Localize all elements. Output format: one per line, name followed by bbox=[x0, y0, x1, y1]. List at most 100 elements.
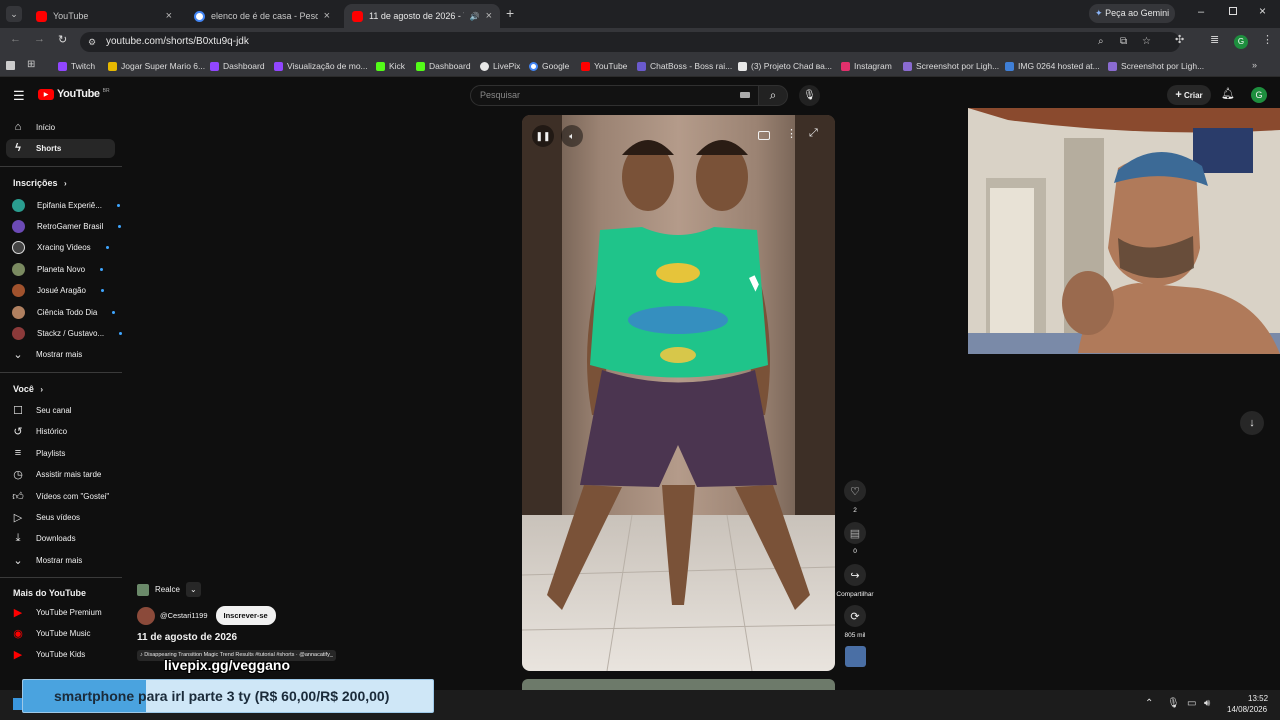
bookmark-item[interactable]: YouTube bbox=[581, 61, 627, 71]
keyboard-icon[interactable] bbox=[740, 92, 750, 98]
tab-youtube[interactable]: YouTube × bbox=[28, 4, 180, 28]
sidebar-item-downloads[interactable]: ⤓ Downloads bbox=[12, 532, 76, 544]
show-more-you[interactable]: ⌄ Mostrar mais bbox=[12, 554, 82, 567]
subscriptions-heading[interactable]: Inscrições › bbox=[13, 178, 67, 188]
bookmark-item[interactable]: Dashboard bbox=[210, 61, 265, 71]
search-input[interactable]: Pesquisar bbox=[470, 85, 760, 106]
apps-grid-icon[interactable]: ⊞ bbox=[27, 59, 35, 70]
sidebar-item-kids[interactable]: ▶ YouTube Kids bbox=[12, 648, 85, 661]
tab-list-chevron-icon[interactable]: ⌄ bbox=[6, 6, 22, 22]
sidebar-item-liked-videos[interactable]: 👍︎ Vídeos com "Gostei" bbox=[12, 490, 109, 503]
subscription-item[interactable]: Ciência Todo Dia bbox=[12, 306, 116, 319]
bookmark-item[interactable]: Screenshot por Ligh... bbox=[903, 61, 999, 71]
tab-audio-icon[interactable]: 🔊 bbox=[470, 12, 480, 21]
account-avatar[interactable]: G bbox=[1251, 87, 1267, 103]
zoom-icon[interactable]: ⌕ bbox=[1098, 32, 1104, 52]
close-tab-icon[interactable]: × bbox=[324, 10, 330, 22]
next-short-preview[interactable] bbox=[522, 679, 835, 690]
volume-button[interactable]: 🔈︎ bbox=[561, 125, 583, 147]
restore-window-icon[interactable] bbox=[1229, 7, 1237, 15]
subscription-item[interactable]: Planeta Novo bbox=[12, 263, 104, 276]
sidebar-item-your-channel[interactable]: ☐ Seu canal bbox=[12, 404, 72, 417]
bookmark-item[interactable]: (3) Projeto Chad ва... bbox=[738, 61, 832, 71]
new-tab-button[interactable]: + bbox=[506, 5, 514, 21]
clock-date[interactable]: 14/08/2026 bbox=[1227, 705, 1267, 714]
pause-button[interactable]: ❚❚ bbox=[532, 125, 554, 147]
create-button[interactable]: + Criar bbox=[1167, 85, 1211, 105]
bookmark-item[interactable]: Kick bbox=[376, 61, 405, 71]
comments-button[interactable]: ▤ bbox=[844, 522, 866, 544]
address-bar[interactable]: ⚙ youtube.com/shorts/B0xtu9q-jdk ⌕ ⧉ ☆ bbox=[80, 32, 1180, 52]
browser-menu-icon[interactable]: ⋮ bbox=[1262, 33, 1273, 46]
tray-overflow-icon[interactable]: ⌃ bbox=[1145, 698, 1153, 709]
sidebar-item-premium[interactable]: ▶ YouTube Premium bbox=[12, 606, 102, 619]
profile-avatar[interactable]: G bbox=[1234, 35, 1248, 49]
remix-chip[interactable]: Realce ⌄ bbox=[137, 581, 201, 598]
bookmark-item[interactable]: LivePix bbox=[480, 61, 520, 71]
forward-icon[interactable]: → bbox=[34, 33, 45, 45]
sidebar-item-home[interactable]: ⌂ Início bbox=[12, 121, 55, 133]
scroll-down-button[interactable]: ↓ bbox=[1240, 411, 1264, 435]
subscribe-button[interactable]: Inscrever-se bbox=[215, 606, 276, 625]
sidebar-item-history[interactable]: ↺ Histórico bbox=[12, 425, 67, 438]
tab-search[interactable]: elenco de é de casa - Pesquisa × bbox=[186, 4, 338, 28]
fullscreen-icon[interactable]: ⤢ bbox=[809, 127, 818, 140]
bookmark-item[interactable]: Visualização de mo... bbox=[274, 61, 368, 71]
minimize-window-icon[interactable]: – bbox=[1198, 6, 1204, 18]
media-control-icon[interactable]: ≣ bbox=[1210, 33, 1219, 46]
notifications-bell-icon[interactable]: 🔔︎ bbox=[1221, 87, 1235, 100]
sidebar-item-playlists[interactable]: ≡ Playlists bbox=[12, 447, 66, 459]
install-app-icon[interactable]: ⧉ bbox=[1120, 32, 1127, 52]
sidebar-item-shorts[interactable]: ϟ Shorts bbox=[12, 142, 61, 154]
hamburger-menu-icon[interactable]: ☰ bbox=[13, 88, 25, 104]
more-options-icon[interactable]: ⋮ bbox=[786, 127, 797, 140]
bookmark-item[interactable]: Google bbox=[529, 61, 569, 71]
captions-icon[interactable] bbox=[758, 131, 770, 140]
bookmark-item[interactable]: IMG 0264 hosted at... bbox=[1005, 61, 1100, 71]
gemini-button[interactable]: ✦ Peça ao Gemini bbox=[1089, 4, 1175, 23]
youtube-logo[interactable]: ▶ YouTube BR bbox=[38, 88, 110, 100]
network-tray-icon[interactable]: ▭ bbox=[1187, 698, 1196, 709]
share-button[interactable]: ↪ bbox=[844, 564, 866, 586]
apps-icon[interactable] bbox=[6, 61, 15, 70]
sidebar-item-music[interactable]: ◉ YouTube Music bbox=[12, 627, 90, 640]
show-more-subscriptions[interactable]: ⌄ Mostrar mais bbox=[12, 348, 82, 361]
more-bookmarks-icon[interactable]: » bbox=[1252, 60, 1257, 70]
bookmark-star-icon[interactable]: ☆ bbox=[1142, 32, 1151, 52]
close-window-icon[interactable]: × bbox=[1259, 4, 1266, 18]
bookmark-item[interactable]: Twitch bbox=[58, 61, 95, 71]
short-title[interactable]: 11 de agosto de 2026 bbox=[137, 632, 237, 643]
channel-avatar[interactable] bbox=[137, 606, 155, 625]
bookmark-item[interactable]: Dashboard bbox=[416, 61, 471, 71]
microphone-tray-icon[interactable]: 🎙 bbox=[1167, 698, 1180, 709]
sidebar-item-your-videos[interactable]: ▷ Seus vídeos bbox=[12, 511, 80, 524]
remix-button[interactable]: ⟳ bbox=[844, 605, 866, 627]
sound-thumbnail[interactable] bbox=[845, 646, 866, 667]
clock-time[interactable]: 13:52 bbox=[1248, 694, 1268, 703]
subscription-item[interactable]: Xracing Videos bbox=[12, 241, 109, 254]
subscription-item[interactable]: Stackz / Gustavo... bbox=[12, 327, 123, 340]
bookmark-item[interactable]: Instagram bbox=[841, 61, 892, 71]
reload-icon[interactable]: ↻ bbox=[58, 33, 67, 46]
channel-handle[interactable]: @Cestari1199 bbox=[160, 611, 208, 620]
bookmark-item[interactable]: Jogar Super Mario 6... bbox=[108, 61, 205, 71]
close-tab-icon[interactable]: × bbox=[486, 10, 492, 22]
close-tab-icon[interactable]: × bbox=[166, 10, 172, 22]
extensions-icon[interactable]: ✣ bbox=[1175, 33, 1184, 46]
subscription-item[interactable]: Josué Aragão bbox=[12, 284, 104, 297]
short-video-player[interactable]: ❚❚ 🔈︎ ⋮ ⤢ bbox=[522, 115, 835, 671]
subscription-item[interactable]: Epifania Experiê... bbox=[12, 199, 120, 212]
bookmark-item[interactable]: Screenshot por Ligh... bbox=[1108, 61, 1204, 71]
voice-search-button[interactable]: 🎙 bbox=[799, 85, 820, 106]
chevron-down-icon[interactable]: ⌄ bbox=[185, 582, 201, 597]
site-info-icon[interactable]: ⚙ bbox=[88, 32, 96, 52]
tab-current-short[interactable]: 11 de agosto de 2026 - Yo 🔊 × bbox=[344, 4, 500, 28]
volume-tray-icon[interactable]: 🔊︎ bbox=[1204, 698, 1210, 709]
back-icon[interactable]: ← bbox=[10, 33, 21, 45]
search-button[interactable]: ⌕ bbox=[758, 85, 788, 106]
subscription-item[interactable]: RetroGamer Brasil bbox=[12, 220, 122, 233]
you-heading[interactable]: Você › bbox=[13, 384, 43, 394]
bookmark-item[interactable]: ChatBoss - Boss rai... bbox=[637, 61, 732, 71]
sidebar-item-watch-later[interactable]: ◷ Assistir mais tarde bbox=[12, 468, 101, 481]
like-button[interactable]: ♡ bbox=[844, 480, 866, 502]
